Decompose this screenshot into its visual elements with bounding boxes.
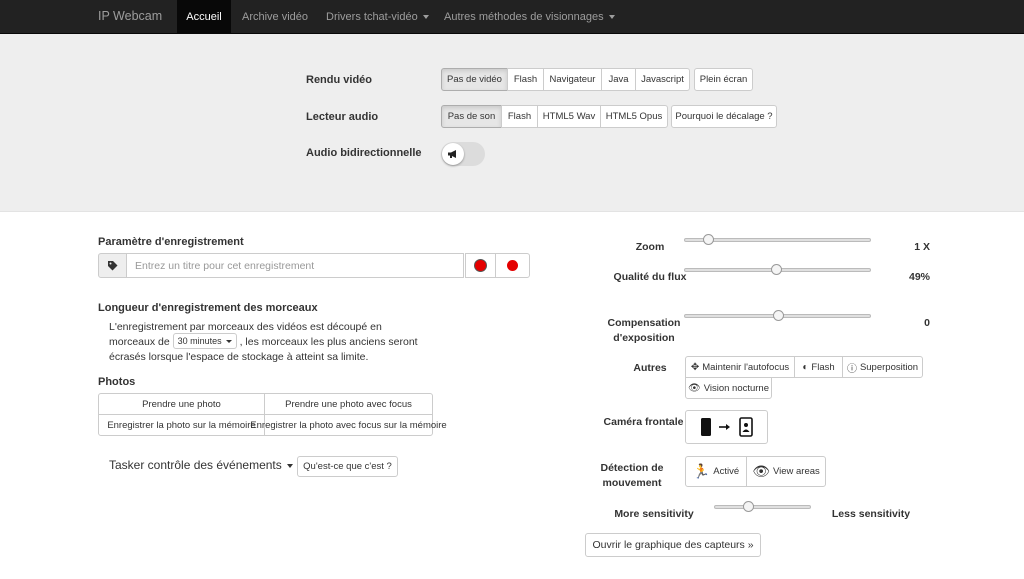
slider-thumb[interactable] xyxy=(772,310,784,321)
chunk-description: L'enregistrement par morceaux des vidéos… xyxy=(109,320,418,365)
chunk-text-2b: , les morceaux les plus anciens seront xyxy=(239,336,418,348)
tag-addon xyxy=(98,253,127,278)
video-none-button[interactable]: Pas de vidéo xyxy=(441,68,508,91)
navbar: IP Webcam Accueil Archive vidéo Drivers … xyxy=(0,0,1024,34)
view-areas-button[interactable]: 👁 View areas xyxy=(746,456,826,487)
tasker-label: Tasker contrôle des événements xyxy=(109,458,282,472)
slider-thumb[interactable] xyxy=(743,501,755,512)
chunk-text-2a: morceaux de xyxy=(109,336,170,348)
caret-down-icon xyxy=(608,15,615,20)
record-settings-heading: Paramètre d'enregistrement xyxy=(98,236,244,248)
audio-html5-opus-button[interactable]: HTML5 Opus xyxy=(600,105,668,128)
overlay-label: Superposition xyxy=(859,361,919,373)
chunk-text-line-3: écrasés lorsque l'espace de stockage à a… xyxy=(109,351,369,363)
slider-thumb[interactable] xyxy=(702,234,714,245)
tasker-dropdown[interactable]: Tasker contrôle des événements xyxy=(109,458,293,472)
audio-flash-button[interactable]: Flash xyxy=(501,105,538,128)
audio-player-label: Lecteur audio xyxy=(306,111,379,123)
exposure-value: 0 xyxy=(924,317,930,329)
slider-thumb[interactable] xyxy=(770,264,782,275)
caret-down-icon xyxy=(286,463,293,468)
tag-icon xyxy=(108,261,118,271)
nav-autres-label: Autres méthodes de visionnages xyxy=(444,11,604,23)
audio-html5-wav-button[interactable]: HTML5 Wav xyxy=(537,105,601,128)
save-photo-button[interactable]: Enregistrer la photo sur la mémoire xyxy=(98,414,265,436)
chunk-text-line-2: morceaux de 30 minutes , les morceaux le… xyxy=(109,333,418,350)
view-areas-label: View areas xyxy=(772,466,820,477)
crosshair-icon: ✥ xyxy=(690,361,700,373)
night-vision-label: Vision nocturne xyxy=(703,382,769,394)
more-sensitivity-label: More sensitivity xyxy=(614,508,694,520)
record-ring-icon xyxy=(474,259,487,272)
video-browser-button[interactable]: Navigateur xyxy=(543,68,602,91)
record-start-button[interactable] xyxy=(465,253,496,278)
save-photo-focus-button[interactable]: Enregistrer la photo avec focus sur la m… xyxy=(250,414,447,436)
autofocus-button[interactable]: ✥ Maintenir l'autofocus xyxy=(685,356,795,378)
running-person-icon: 🏃 xyxy=(692,463,711,479)
caret-down-icon xyxy=(422,15,429,20)
zoom-value: 1 X xyxy=(914,241,930,253)
photos-heading: Photos xyxy=(98,376,136,388)
record-button[interactable] xyxy=(495,253,530,278)
info-icon: ⓘ xyxy=(846,363,857,375)
tasker-help-button[interactable]: Qu'est-ce que c'est ? xyxy=(297,456,398,477)
bidirectional-audio-label: Audio bidirectionnelle xyxy=(306,147,422,159)
front-camera-label: Caméra frontale xyxy=(603,416,684,428)
quality-value: 49% xyxy=(908,271,930,283)
megaphone-icon xyxy=(448,150,456,158)
video-javascript-button[interactable]: Javascript xyxy=(635,68,690,91)
nav-autres-methodes-dropdown[interactable]: Autres méthodes de visionnages xyxy=(444,0,615,34)
eye-icon: 👁 xyxy=(687,382,701,394)
video-flash-button[interactable]: Flash xyxy=(507,68,544,91)
flash-label: Flash xyxy=(811,361,835,373)
switch-camera-icon xyxy=(700,417,753,437)
brand[interactable]: IP Webcam xyxy=(98,9,162,23)
record-icon xyxy=(507,260,518,271)
toggle-knob xyxy=(442,143,464,165)
sensitivity-slider[interactable] xyxy=(714,496,811,518)
video-render-label: Rendu vidéo xyxy=(306,74,373,86)
motion-detection-label: Détection de mouvement xyxy=(600,462,664,489)
chunk-length-select[interactable]: 30 minutes xyxy=(172,333,237,350)
chunk-length-heading: Longueur d'enregistrement des morceaux xyxy=(98,302,318,314)
take-photo-button[interactable]: Prendre une photo xyxy=(98,393,265,415)
caret-down-icon xyxy=(225,339,232,343)
exposure-slider[interactable] xyxy=(684,305,871,327)
chunk-length-value: 30 minutes xyxy=(177,335,222,346)
less-sensitivity-label: Less sensitivity xyxy=(831,508,911,520)
motion-active-label: Activé xyxy=(713,466,740,477)
slider-track xyxy=(714,505,811,509)
take-photo-focus-button[interactable]: Prendre une photo avec focus xyxy=(264,393,433,415)
motion-active-button[interactable]: 🏃 Activé xyxy=(685,456,747,487)
night-vision-button[interactable]: 👁 Vision nocturne xyxy=(685,377,772,399)
audio-none-button[interactable]: Pas de son xyxy=(441,105,502,128)
chunk-text-line-1: L'enregistrement par morceaux des vidéos… xyxy=(109,321,382,333)
video-java-button[interactable]: Java xyxy=(601,68,636,91)
eye-icon: 👁 xyxy=(752,463,770,479)
overlay-button[interactable]: ⓘ Superposition xyxy=(842,356,923,378)
front-camera-button[interactable] xyxy=(685,410,768,444)
nav-drivers-label: Drivers tchat-vidéo xyxy=(326,11,418,23)
nav-archive-video[interactable]: Archive vidéo xyxy=(242,0,308,34)
zoom-slider[interactable] xyxy=(684,229,871,251)
quality-slider[interactable] xyxy=(684,259,871,281)
bidirectional-audio-toggle[interactable] xyxy=(441,142,485,166)
nav-accueil[interactable]: Accueil xyxy=(177,0,231,34)
autofocus-label: Maintenir l'autofocus xyxy=(702,361,790,373)
fullscreen-button[interactable]: Plein écran xyxy=(694,68,753,91)
nav-drivers-dropdown[interactable]: Drivers tchat-vidéo xyxy=(326,0,429,34)
contrast-icon: ◐ xyxy=(802,361,809,373)
sensor-graph-button[interactable]: Ouvrir le graphique des capteurs » xyxy=(585,533,761,557)
record-title-input[interactable] xyxy=(126,253,464,278)
delay-help-button[interactable]: Pourquoi le décalage ? xyxy=(671,105,777,128)
flash-button[interactable]: ◐ Flash xyxy=(794,356,843,378)
